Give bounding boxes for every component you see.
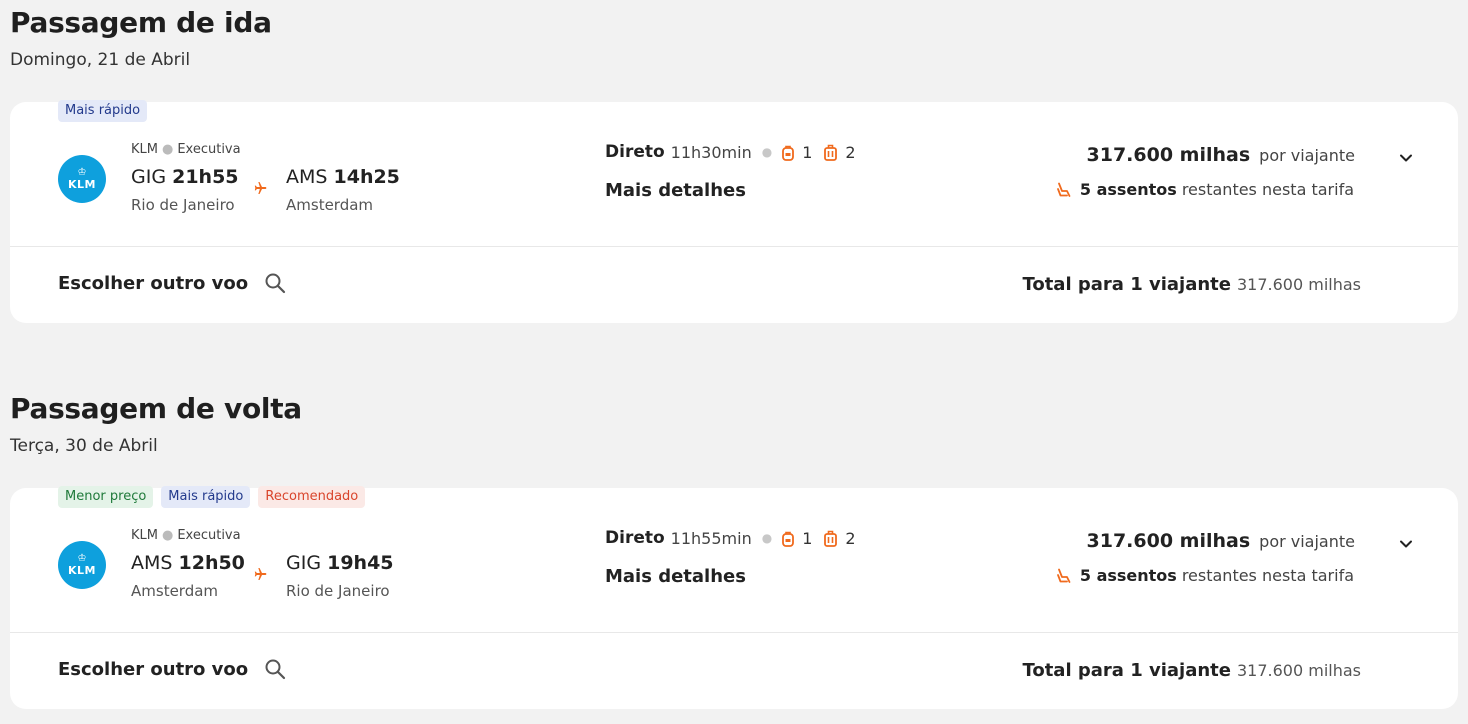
choose-label: Escolher outro voo [58, 658, 249, 680]
section-date: Domingo, 21 de Abril [10, 50, 191, 70]
total-label: Total para 1 viajante [1022, 274, 1231, 295]
origin: GIG 21h55 Rio de Janeiro [131, 166, 239, 214]
plane-icon [254, 568, 267, 580]
carry-on-count: 1 [802, 528, 813, 548]
cabin-class: Executiva [177, 528, 241, 543]
total-price: Total para 1 viajante 317.600 milhas [1022, 660, 1361, 681]
badge-recommended: Recomendado [258, 486, 366, 508]
airline-info: KLM ● Executiva [131, 528, 241, 543]
airline-logo: ♔ KLM [58, 155, 106, 203]
total-value: 317.600 milhas [1236, 275, 1361, 294]
origin-time: 21h55 [172, 166, 239, 188]
search-icon [265, 273, 286, 294]
choose-label: Escolher outro voo [58, 272, 249, 294]
destination-code: GIG [286, 552, 322, 574]
total-label: Total para 1 viajante [1022, 660, 1231, 681]
price-miles: 317.600 milhas [1086, 530, 1251, 552]
badge-fastest: Mais rápido [161, 486, 251, 508]
flight-duration: 11h30min [670, 142, 752, 162]
price: 317.600 milhas por viajante [1087, 530, 1355, 552]
checked-bag-count: 2 [845, 528, 856, 548]
choose-another-flight-button[interactable]: Escolher outro voo [58, 658, 286, 680]
origin-city: Rio de Janeiro [131, 196, 235, 214]
total-price: Total para 1 viajante 317.600 milhas [1022, 274, 1361, 295]
chevron-down-icon[interactable] [1398, 536, 1414, 552]
flight-duration: 11h55min [670, 528, 752, 548]
carry-on-bag: 1 [782, 529, 812, 548]
flight-summary: Direto 11h30min ● 1 2 [605, 142, 868, 162]
section-title: Passagem de ida [10, 6, 272, 39]
outbound-section: Passagem de ida Domingo, 21 de Abril Mai… [0, 6, 1468, 326]
return-section: Passagem de volta Terça, 30 de Abril Men… [0, 392, 1468, 712]
origin-code: AMS [131, 552, 173, 574]
seats-text: restantes nesta tarifa [1181, 566, 1354, 585]
airline-name: KLM [131, 142, 158, 157]
crown-icon: ♔ [77, 167, 87, 178]
backpack-icon [782, 531, 795, 547]
seats-count: 5 assentos [1079, 566, 1177, 585]
origin-time: 12h50 [178, 552, 245, 574]
airline-name: KLM [131, 528, 158, 543]
destination-city: Rio de Janeiro [286, 582, 390, 600]
separator-dot: ● [161, 142, 174, 157]
search-icon [265, 659, 286, 680]
cabin-class: Executiva [177, 142, 241, 157]
backpack-icon [782, 145, 795, 161]
destination: AMS 14h25 Amsterdam [286, 166, 400, 214]
checked-bag: 2 [824, 528, 856, 548]
flight-summary: Direto 11h55min ● 1 2 [605, 528, 868, 548]
seats-count: 5 assentos [1079, 180, 1177, 199]
badge-lowest-price: Menor preço [58, 486, 154, 508]
destination: GIG 19h45 Rio de Janeiro [286, 552, 394, 600]
destination-code: AMS [286, 166, 328, 188]
origin-code: GIG [131, 166, 167, 188]
section-title: Passagem de volta [10, 392, 302, 425]
seats-remaining: 5 assentos restantes nesta tarifa [1056, 566, 1354, 585]
price-miles: 317.600 milhas [1086, 144, 1251, 166]
checked-bag-count: 2 [845, 142, 856, 162]
price-unit: por viajante [1259, 146, 1355, 165]
seats-remaining: 5 assentos restantes nesta tarifa [1056, 180, 1354, 199]
carry-on-bag: 1 [782, 143, 812, 162]
plane-icon [254, 182, 267, 194]
seat-icon [1056, 568, 1071, 583]
badge-fastest: Mais rápido [58, 100, 148, 122]
flight-card: Mais rápido ♔ KLM KLM ● Executiva GIG 21h5… [10, 100, 1458, 323]
choose-another-flight-button[interactable]: Escolher outro voo [58, 272, 286, 294]
logo-text: KLM [68, 178, 96, 191]
price: 317.600 milhas por viajante [1087, 144, 1355, 166]
divider [10, 632, 1458, 633]
seats-text: restantes nesta tarifa [1181, 180, 1354, 199]
price-unit: por viajante [1259, 532, 1355, 551]
stops-label: Direto [605, 142, 665, 162]
logo-text: KLM [68, 564, 96, 577]
checked-bag: 2 [824, 142, 856, 162]
section-date: Terça, 30 de Abril [10, 436, 158, 456]
divider [10, 246, 1458, 247]
flight-card: Menor preço Mais rápido Recomendado ♔ KL… [10, 486, 1458, 709]
suitcase-icon [824, 144, 838, 161]
details-link[interactable]: Mais detalhes [605, 566, 746, 587]
seat-icon [1056, 182, 1071, 197]
separator-dot: ● [161, 528, 174, 543]
badge-list: Mais rápido [58, 100, 148, 122]
stops-label: Direto [605, 528, 665, 548]
crown-icon: ♔ [77, 553, 87, 564]
suitcase-icon [824, 530, 838, 547]
destination-time: 14h25 [333, 166, 400, 188]
destination-time: 19h45 [327, 552, 394, 574]
origin-city: Amsterdam [131, 582, 219, 600]
details-link[interactable]: Mais detalhes [605, 180, 746, 201]
airline-logo: ♔ KLM [58, 541, 106, 589]
separator-dot: ● [761, 145, 773, 159]
chevron-down-icon[interactable] [1398, 150, 1414, 166]
origin: AMS 12h50 Amsterdam [131, 552, 245, 600]
separator-dot: ● [761, 531, 773, 545]
total-value: 317.600 milhas [1236, 661, 1361, 680]
carry-on-count: 1 [802, 142, 813, 162]
destination-city: Amsterdam [286, 196, 374, 214]
airline-info: KLM ● Executiva [131, 142, 241, 157]
badge-list: Menor preço Mais rápido Recomendado [58, 486, 366, 508]
